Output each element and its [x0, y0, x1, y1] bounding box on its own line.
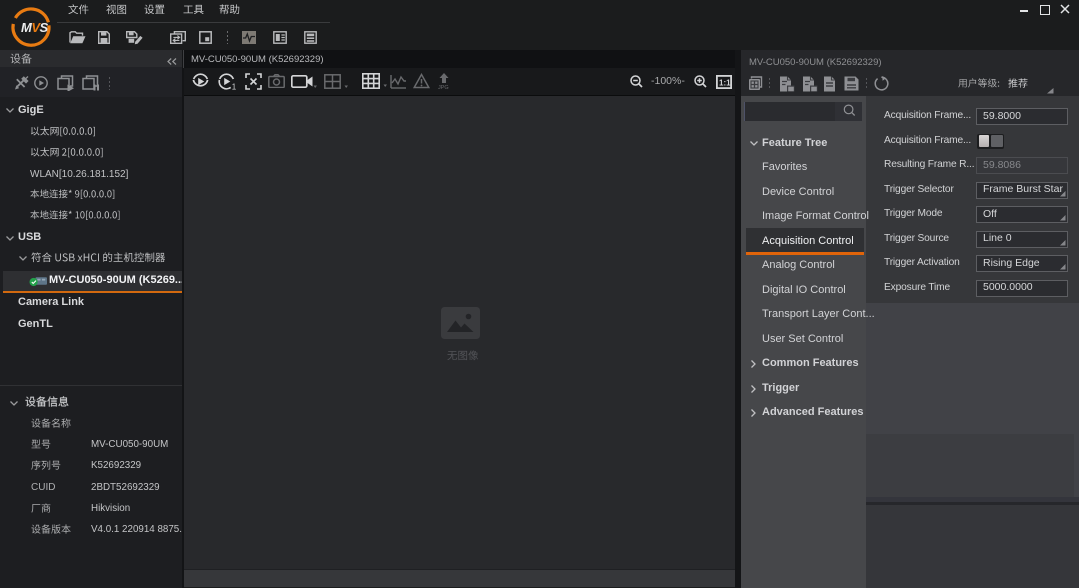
- svg-text:1:1: 1:1: [719, 79, 731, 88]
- svg-text:MVS: MVS: [21, 20, 49, 35]
- svg-text:1: 1: [232, 83, 237, 91]
- svg-text:JPG: JPG: [438, 85, 449, 90]
